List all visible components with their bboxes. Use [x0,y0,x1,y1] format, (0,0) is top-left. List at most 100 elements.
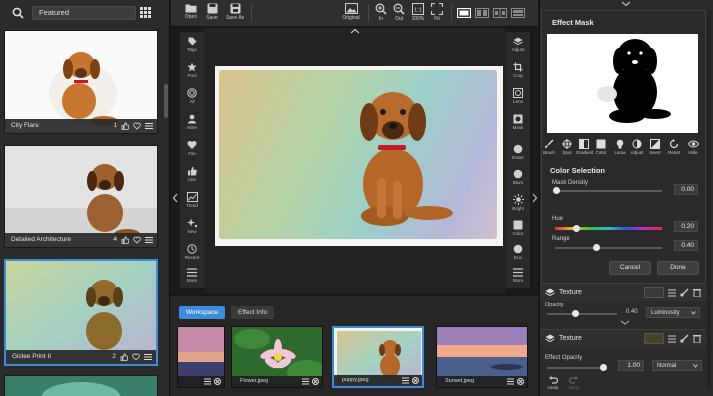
mask-brush-icon[interactable] [680,288,690,297]
hide-tool[interactable]: Hide [685,139,701,155]
adjust-tool[interactable]: Adjust [506,37,530,52]
chevron-left-icon[interactable] [172,193,179,203]
mask-tool[interactable]: Mask [506,114,530,130]
close-icon[interactable] [214,378,221,385]
category-select[interactable]: Featured [32,6,136,20]
trash-icon[interactable] [693,288,701,297]
zoom-out-button[interactable]: Out [389,3,409,22]
close-icon[interactable] [517,378,524,385]
recent-tool[interactable]: Recent [180,244,204,260]
menu-icon[interactable] [668,335,676,343]
edited-photo[interactable] [215,66,503,246]
split-view-icon[interactable] [475,8,489,18]
pool-tool[interactable]: Pool [180,62,204,78]
color-tool[interactable]: Color [593,139,609,155]
mask-brush-icon[interactable] [680,334,690,343]
texture-layer-header[interactable]: Texture [540,329,706,347]
more-tool[interactable]: More [180,268,204,283]
menu-icon[interactable] [668,289,676,297]
compare-view-icon[interactable] [511,8,525,18]
effects-scrollbar[interactable] [707,10,711,390]
more-tool[interactable]: More [506,268,530,283]
slider-knob[interactable] [572,310,579,317]
texture-layer-header[interactable]: Texture [540,283,706,301]
adjust-tool[interactable]: Adjust [629,139,645,155]
all-tool[interactable]: All [180,88,204,104]
trash-icon[interactable] [693,334,701,343]
gradient-tool[interactable]: Gradient [576,139,593,155]
menu-icon[interactable] [145,236,153,244]
tab-effect-info[interactable]: Effect Info [231,306,275,319]
undo-button[interactable]: Undo [545,376,561,390]
menu-icon[interactable] [144,353,152,361]
cancel-button[interactable]: Cancel [609,261,651,275]
chevron-down-icon[interactable] [620,1,632,7]
slider-knob[interactable] [553,187,560,194]
chevron-down-icon[interactable] [620,320,630,325]
slider-knob[interactable] [593,244,600,251]
duo-tool[interactable]: Duo [506,244,530,260]
blurs-tool[interactable]: Blurs [506,169,530,185]
opacity-slider[interactable] [547,313,617,315]
menu-icon[interactable] [302,378,309,385]
close-icon[interactable] [312,378,319,385]
mask-density-slider[interactable] [555,190,662,192]
erase-tool[interactable]: Erase [506,144,530,160]
zoom-100-button[interactable]: 1:1 100% [408,3,428,22]
luma-tool[interactable]: Luma [612,139,628,155]
blend-mode-select[interactable]: Normal [652,360,702,371]
heart-icon[interactable] [132,353,140,361]
chevron-right-icon[interactable] [531,193,538,203]
brush-tool[interactable]: Brush [541,139,557,155]
original-button[interactable]: Original [338,3,364,21]
filmstrip-item[interactable]: Sunset.jpeg [436,326,528,388]
slider-knob[interactable] [600,364,607,371]
range-slider[interactable] [555,247,662,249]
done-button[interactable]: Done [657,261,699,275]
opacity-value[interactable]: 0.40 [626,309,638,315]
layer-mask-swatch[interactable] [644,333,664,344]
filmstrip-item[interactable]: Flower.jpeg [231,326,323,388]
effect-opacity-slider[interactable] [547,367,607,369]
close-icon[interactable] [412,377,419,384]
preset-card-selected[interactable]: Giclee Print II 2 [4,259,158,366]
side-by-side-view-icon[interactable] [493,8,507,18]
menu-icon[interactable] [507,378,514,385]
menu-icon[interactable] [145,122,153,130]
spot-tool[interactable]: Spot [559,139,575,155]
heart-icon[interactable] [133,236,141,244]
single-view-icon[interactable] [457,8,471,18]
grid-view-icon[interactable] [140,7,151,18]
invert-tool[interactable]: Invert [647,139,663,155]
like-tool[interactable]: Like [180,166,204,182]
trend-tool[interactable]: Trend [180,192,204,208]
save-as-button[interactable]: Save As [223,3,247,21]
zoom-in-button[interactable]: In [371,3,391,22]
range-value[interactable]: 0.40 [674,240,698,251]
lens-tool[interactable]: Lens [506,88,530,104]
layer-mask-swatch[interactable] [644,287,664,298]
menu-icon[interactable] [402,377,409,384]
heart-icon[interactable] [133,122,141,130]
thumbs-up-icon[interactable] [121,236,129,244]
color-tool[interactable]: Color [506,220,530,236]
tab-workspace[interactable]: Workspace [179,306,226,319]
mask-density-value[interactable]: 0.00 [674,184,698,195]
filmstrip-item[interactable] [177,326,225,388]
chevron-up-icon[interactable] [349,28,361,35]
slider-knob[interactable] [573,225,580,232]
filmstrip-item-selected[interactable]: puppy.jpeg [332,326,424,388]
tags-tool[interactable]: Tags [180,37,204,52]
hue-slider[interactable] [555,227,662,230]
preset-card[interactable] [4,375,158,396]
fit-button[interactable]: Fit [427,3,447,22]
thumbs-up-icon[interactable] [121,122,129,130]
open-button[interactable]: Open [181,3,201,20]
bright-tool[interactable]: Bright [506,194,530,211]
new-tool[interactable]: New [180,218,204,234]
fav-tool[interactable]: Fav [180,140,204,156]
blend-mode-select[interactable]: Luminosity [646,307,700,318]
preset-card[interactable]: Detailed Architecture 4 [4,145,158,248]
crop-tool[interactable]: Crop [506,62,530,78]
mine-tool[interactable]: Mine [180,114,204,130]
